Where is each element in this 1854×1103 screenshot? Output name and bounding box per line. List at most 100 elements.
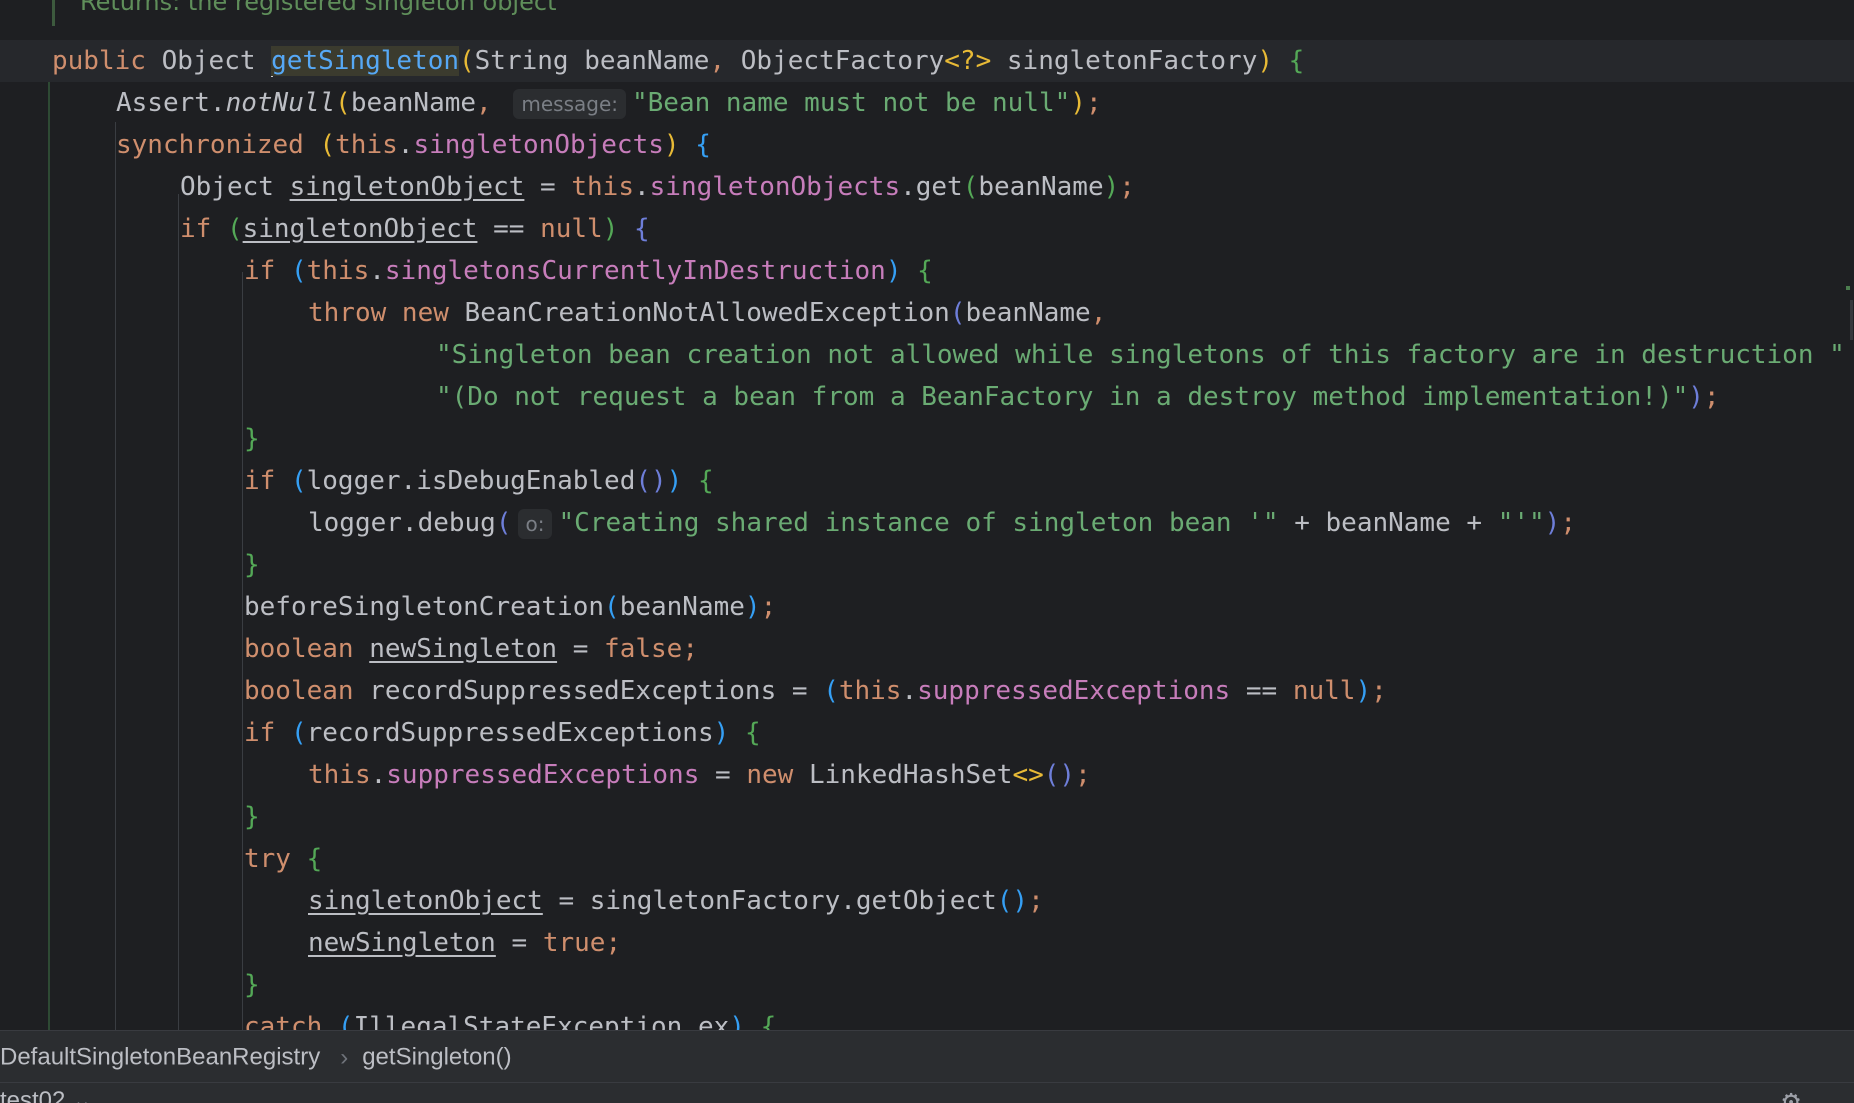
token: if (244, 718, 291, 748)
code-line: "(Do not request a bean from a BeanFacto… (436, 376, 1720, 418)
token: if (244, 256, 291, 286)
token: == (1230, 676, 1293, 706)
token: this (308, 760, 371, 790)
status-bar: test02 ⌄ ⚙ (0, 1082, 1854, 1103)
token: . (370, 760, 387, 790)
token: if (180, 214, 227, 244)
token: ) (1688, 382, 1704, 412)
code-line: beforeSingletonCreation(beanName); (244, 586, 776, 628)
code-line: Assert.notNull(beanName, message: "Bean n… (116, 82, 1102, 124)
token: logger.isDebugEnabled (306, 466, 636, 496)
code-line: "Singleton bean creation not allowed whi… (436, 334, 1854, 376)
token: try (244, 844, 307, 874)
token: "Creating shared instance of singleton b… (558, 508, 1279, 538)
token: ) (1103, 172, 1120, 202)
token: == (477, 214, 541, 244)
token: suppressedExceptions (386, 760, 700, 790)
parameter-hint: message: (513, 88, 626, 119)
token: newSingleton (308, 928, 496, 958)
code-line: catch (IllegalStateException ex) { (244, 1006, 776, 1030)
error-stripe-mark (1846, 286, 1850, 290)
token: BeanCreationNotAllowedException (464, 298, 950, 328)
token: beanName (350, 88, 477, 118)
doc-comment-bar (52, 0, 55, 26)
token: boolean (244, 676, 370, 706)
token: this (335, 130, 398, 160)
token: ) (1544, 508, 1561, 538)
code-line: if (this.singletonsCurrentlyInDestructio… (244, 250, 933, 292)
code-line: } (244, 796, 260, 838)
token: singletonObjects (413, 130, 664, 160)
run-config-selector[interactable]: test02 ⌄ (0, 1087, 92, 1103)
token: ( (337, 1012, 354, 1030)
token: ; (682, 634, 698, 664)
breadcrumb: DefaultSingletonBeanRegistry › getSingleto… (0, 1030, 1854, 1083)
indent-guide (242, 880, 243, 980)
code-line: this.suppressedExceptions = new LinkedHa… (308, 754, 1091, 796)
token: . (369, 256, 385, 286)
code-line: if (recordSuppressedExceptions) { (244, 712, 761, 754)
token: true (542, 928, 606, 958)
token: , (476, 88, 508, 118)
token: Assert. (116, 88, 226, 118)
token: throw new (308, 298, 465, 328)
token: <?> (944, 46, 992, 76)
indent-guide (178, 194, 179, 1030)
token: IllegalStateException ex (353, 1012, 730, 1030)
token: new (746, 760, 809, 790)
token: singletonObject (289, 172, 525, 202)
code-line: public Object getSingleton(String beanNa… (52, 40, 1304, 82)
token: "'" (1497, 508, 1545, 538)
token: { (917, 256, 933, 286)
token: } (244, 802, 260, 832)
breadcrumb-class[interactable]: DefaultSingletonBeanRegistry (0, 1044, 320, 1071)
token: , (709, 46, 741, 76)
token: synchronized (116, 130, 320, 160)
token: ( (290, 466, 307, 496)
doc-comment: Returns: the registered singleton object (80, 0, 557, 16)
code-line: boolean newSingleton = false; (244, 628, 698, 670)
token: ) (744, 592, 761, 622)
token: = (557, 634, 605, 664)
code-line: synchronized (this.singletonObjects) { (116, 124, 711, 166)
breadcrumb-method[interactable]: getSingleton() (362, 1044, 511, 1071)
token: . (397, 130, 414, 160)
token: ; (1119, 172, 1135, 202)
token: } (244, 424, 260, 454)
code-line: } (244, 964, 260, 1006)
token: null (1292, 676, 1356, 706)
token: ( (949, 298, 966, 328)
token: singletonObject (242, 214, 478, 244)
token: . (901, 676, 918, 706)
token: ) (602, 214, 619, 244)
token: singletonsCurrentlyInDestruction (384, 256, 886, 286)
token: ( (604, 592, 620, 622)
code-line: boolean recordSuppressedExceptions = (th… (244, 670, 1387, 712)
change-marker (48, 82, 50, 1030)
token: ; (760, 592, 777, 622)
indent-guide (242, 754, 243, 794)
gear-icon[interactable]: ⚙ (1782, 1087, 1800, 1103)
token: getSingleton (271, 46, 459, 76)
token: Object (161, 46, 272, 76)
token: .get (900, 172, 963, 202)
token: ; (1075, 760, 1091, 790)
token: = (699, 760, 747, 790)
token: ( (335, 88, 351, 118)
token: ; (1560, 508, 1576, 538)
token: ; (1028, 886, 1044, 916)
chevron-right-icon: › (340, 1043, 349, 1071)
token: { (697, 466, 714, 496)
token: ( (290, 718, 307, 748)
token: String beanName (474, 46, 710, 76)
token: = (524, 172, 572, 202)
token: ( (823, 676, 839, 706)
token: beforeSingletonCreation (244, 592, 605, 622)
code-editor[interactable]: Returns: the registered singleton object… (0, 0, 1854, 1030)
token: public (52, 46, 162, 76)
code-line: } (244, 418, 260, 460)
token: boolean (244, 634, 370, 664)
